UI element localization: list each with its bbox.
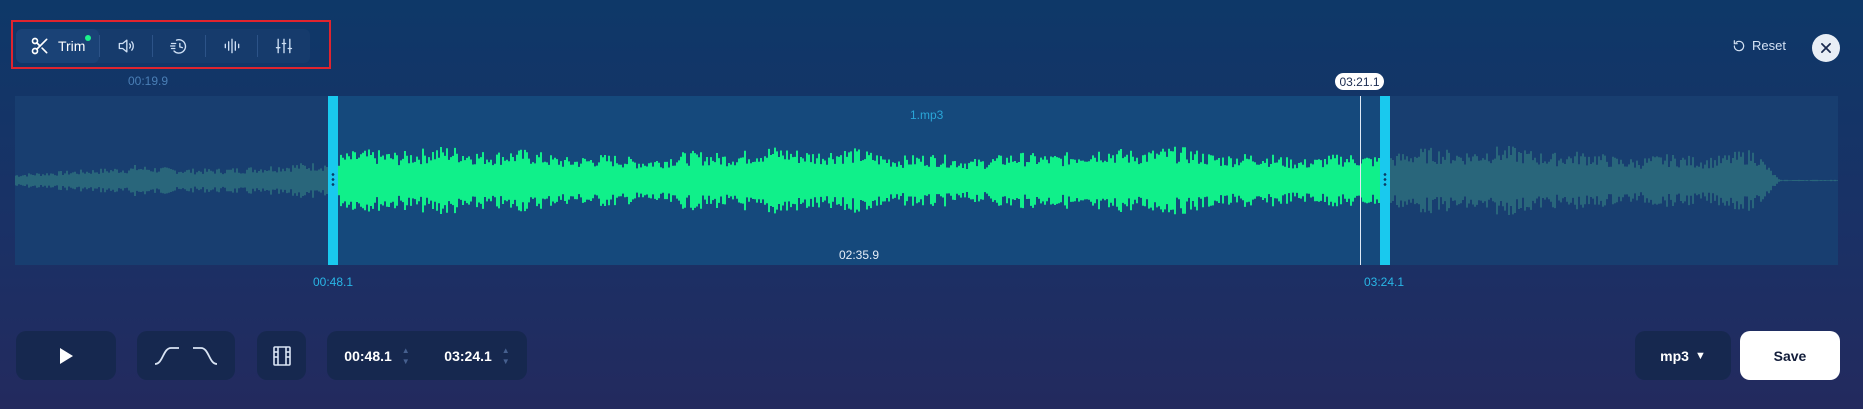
end-time-stepper[interactable]: ▲ ▼ [502,345,510,367]
stepper-up-icon[interactable]: ▲ [502,345,510,356]
selection-length: 02:35.9 [839,248,880,262]
sliders-icon [276,38,293,54]
stepper-up-icon[interactable]: ▲ [402,345,410,356]
playhead[interactable] [1360,96,1361,265]
time-range-inputs: 00:48.1 ▲ ▼ 03:24.1 ▲ ▼ [327,331,527,380]
close-icon [1821,43,1831,53]
play-icon [60,347,73,364]
editor-toolbar: Trim [16,29,310,63]
tool-trim-label: Trim [57,38,86,54]
tool-volume[interactable] [100,29,152,63]
track-file-name: 1.mp3 [910,108,944,122]
start-time-field[interactable]: 00:48.1 ▲ ▼ [344,345,409,367]
start-time-value: 00:48.1 [344,347,392,364]
hover-time-label: 00:19.9 [128,74,169,88]
scissors-icon [31,37,48,55]
film-strip-icon [272,345,291,366]
caret-down-icon: ▼ [1694,349,1706,362]
split-button[interactable] [257,331,306,380]
save-button[interactable]: Save [1740,331,1840,380]
play-button[interactable] [16,331,116,380]
undo-icon [1733,39,1745,51]
tool-speed[interactable] [153,29,205,63]
handle-grip [1383,172,1387,188]
waveform-path [334,146,1386,215]
selection-start-time: 00:48.1 [313,275,354,289]
format-value: mp3 [1660,347,1689,364]
format-dropdown[interactable]: mp3 ▼ [1635,331,1731,380]
tool-mixer[interactable] [258,29,310,63]
tool-trim[interactable]: Trim [16,29,100,63]
start-time-stepper[interactable]: ▲ ▼ [402,345,410,367]
active-indicator-dot [85,35,92,41]
playhead-time: 03:21.1 [1335,73,1384,90]
reset-label: Reset [1752,38,1786,53]
handle-grip [331,172,335,188]
close-button[interactable] [1812,34,1840,62]
stepper-down-icon[interactable]: ▼ [402,356,410,367]
stepper-down-icon[interactable]: ▼ [502,356,510,367]
fade-controls [137,331,235,380]
selection-start-handle[interactable] [328,96,338,265]
end-time-field[interactable]: 03:24.1 ▲ ▼ [444,345,509,367]
selection-end-time: 03:24.1 [1364,275,1405,289]
speed-icon [169,39,187,54]
selection-end-handle[interactable] [1380,96,1390,265]
end-time-value: 03:24.1 [444,347,492,364]
reset-button[interactable]: Reset [1732,38,1786,53]
waveform-icon [224,38,239,54]
fade-in-icon[interactable] [153,345,181,367]
fade-out-icon[interactable] [191,345,219,367]
tool-equalizer[interactable] [206,29,258,63]
speaker-icon [118,39,135,53]
